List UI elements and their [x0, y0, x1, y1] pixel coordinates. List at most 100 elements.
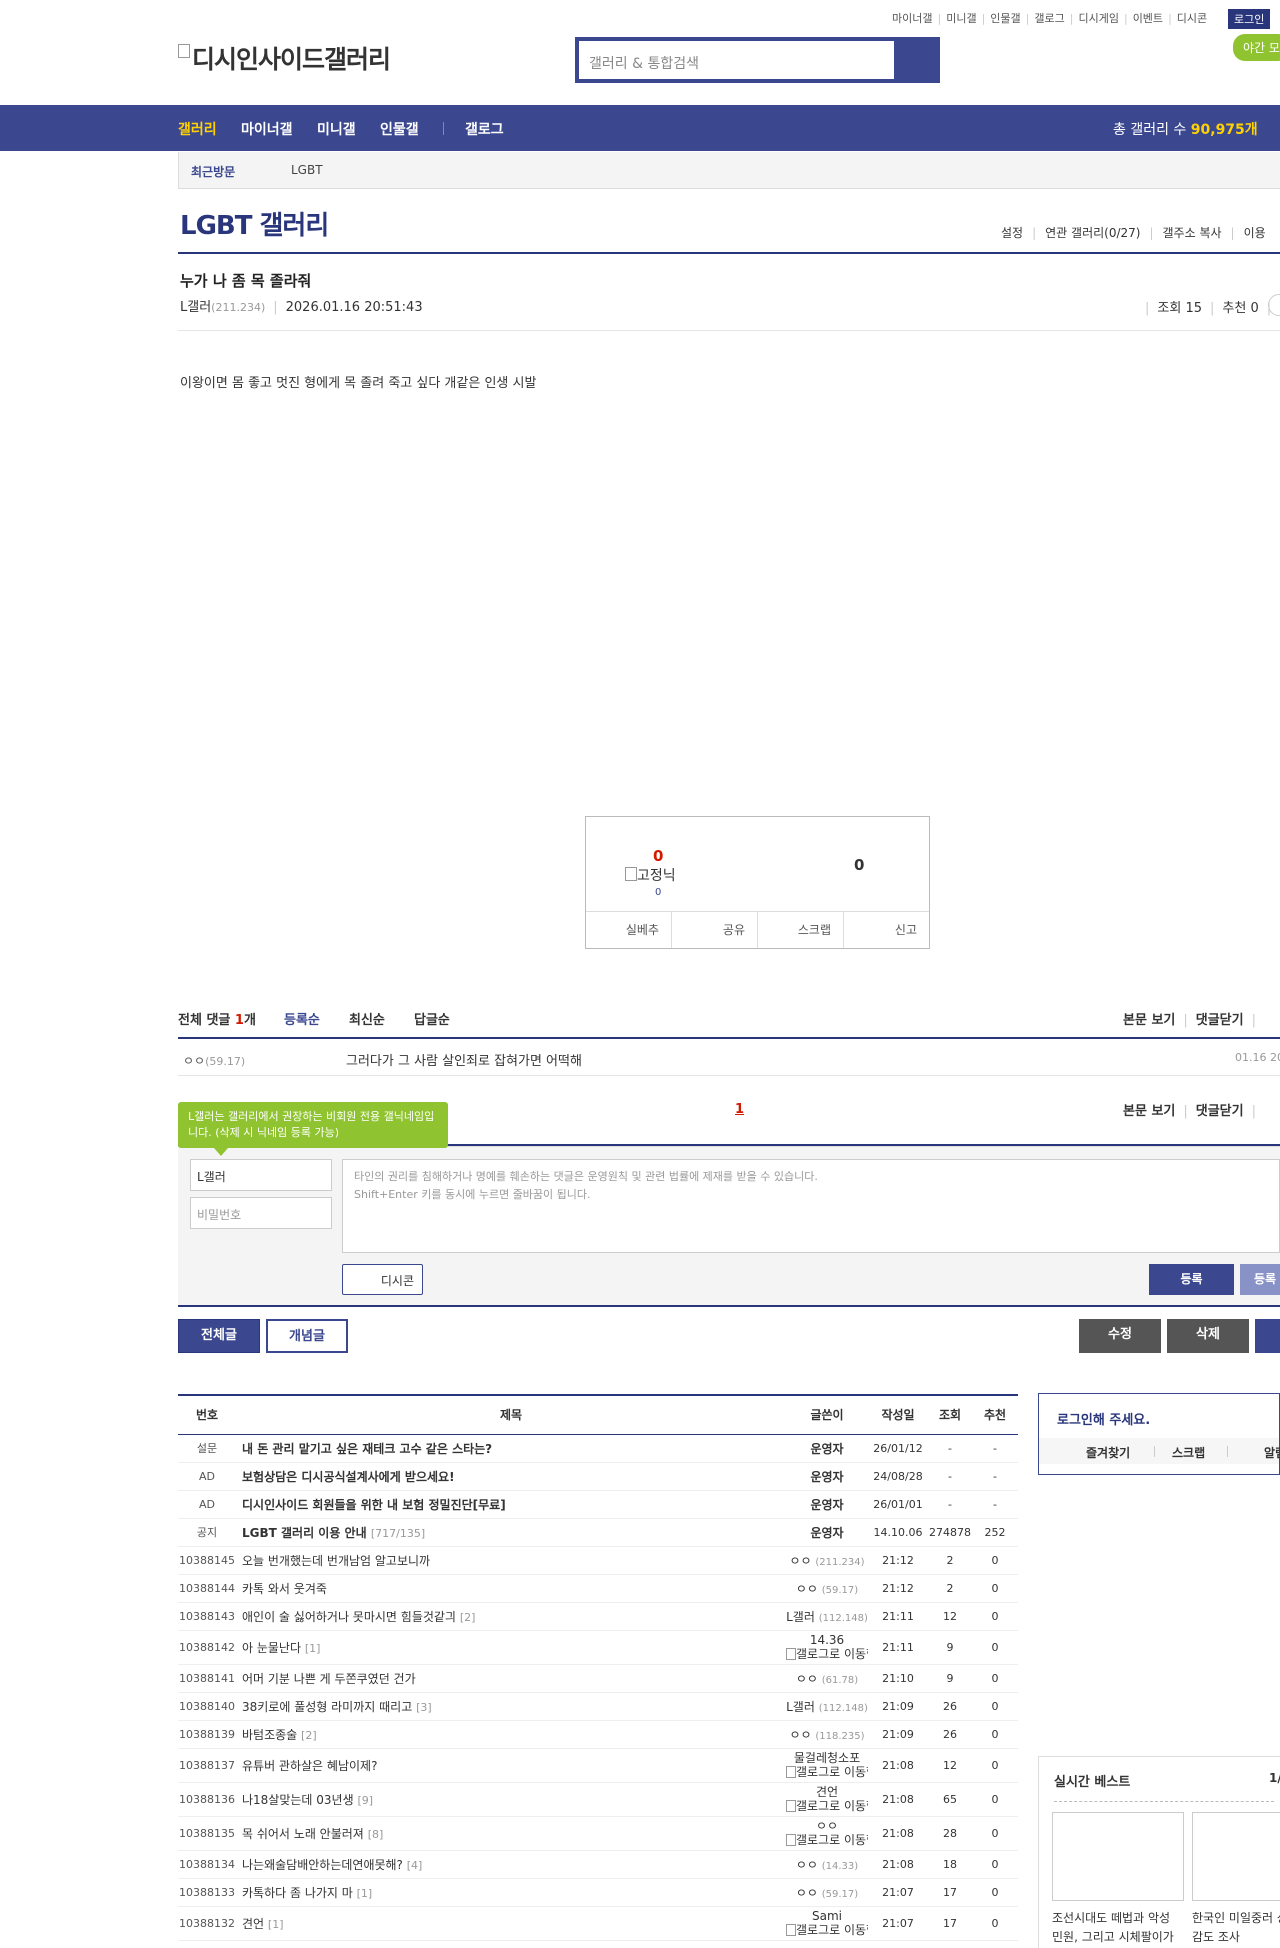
post-title-link[interactable]: 보험상담은 디시공식설계사에게 받으세요! [242, 1470, 455, 1484]
post-title-cell[interactable]: 38키로에 풀성형 라미까지 때리고 [3] [236, 1692, 786, 1721]
nav-gallog[interactable]: 갤로그 [465, 119, 504, 139]
option-related[interactable]: 연관 갤러리(0/27) [1045, 224, 1140, 241]
top-menu-dccon[interactable]: 디시콘 [1177, 10, 1207, 26]
view-post-link[interactable]: 본문 보기 [1123, 1013, 1175, 1028]
night-mode-button[interactable]: 야간 모 [1233, 34, 1280, 61]
best-thumbnail[interactable] [1052, 1812, 1184, 1901]
post-writer[interactable]: ㅇㅇ (59.17) [786, 1878, 868, 1907]
reply-count[interactable]: [717/135] [371, 1527, 425, 1540]
best-thumbnail[interactable] [1192, 1812, 1280, 1901]
post-writer[interactable]: 견언갤로그로 이동합니다. [786, 1782, 868, 1817]
reply-count[interactable]: [3] [416, 1701, 432, 1714]
recommend-count[interactable]: 0 [653, 847, 663, 865]
comment-textarea[interactable]: 타인의 권리를 침해하거나 명예를 훼손하는 댓글은 운영원칙 및 관련 법률에… [342, 1159, 1280, 1253]
comment-submit-button[interactable]: 등록 [1149, 1264, 1234, 1295]
post-writer[interactable]: 운영자 [786, 1518, 868, 1547]
top-menu-event[interactable]: 이벤트 [1133, 10, 1163, 26]
post-writer[interactable]: ㅇㅇ (14.33) [786, 1850, 868, 1879]
post-writer[interactable]: 운영자 [786, 1462, 868, 1491]
post-writer[interactable]: L갤러 [180, 300, 211, 315]
nav-mini[interactable]: 미니갤 [317, 119, 356, 139]
reply-count[interactable]: [1] [305, 1642, 321, 1655]
option-settings[interactable]: 설정 [1001, 224, 1023, 241]
post-title-cell[interactable]: 나18살맞는데 03년생 [9] [236, 1782, 786, 1817]
reply-count[interactable]: [9] [357, 1794, 373, 1807]
view-post-link[interactable]: 본문 보기 [1123, 1104, 1175, 1119]
post-writer[interactable]: ㅇㅇ (61.78) [786, 1664, 868, 1693]
post-writer[interactable]: 운영자 [786, 1434, 868, 1463]
post-title-cell[interactable]: 아 눈물난다 [1] [236, 1630, 786, 1665]
reply-count[interactable]: [8] [368, 1828, 384, 1841]
post-title-cell[interactable]: 애인이 술 싫어하거나 못마시면 힘들것같긔 [2] [236, 1602, 786, 1631]
nav-gallery[interactable]: 갤러리 [178, 119, 217, 139]
login-button[interactable]: 로그인 [1228, 9, 1271, 29]
concept-posts-button[interactable]: 개념글 [266, 1319, 348, 1353]
comment-writer[interactable]: ㅇㅇ(59.17) [183, 1052, 245, 1069]
share-button[interactable]: 공유 [672, 912, 758, 948]
post-title-cell[interactable]: 디시인사이드 회원들을 위한 내 보험 정밀진단[무료] [236, 1490, 786, 1519]
post-title-cell[interactable]: 보험상담은 디시공식설계사에게 받으세요! [236, 1462, 786, 1491]
top-menu-gallog[interactable]: 갤로그 [1034, 10, 1064, 26]
post-title-link[interactable]: 나는왜술담배안하는데연애못해? [242, 1858, 403, 1872]
post-writer[interactable]: L갤러 (112.148) [786, 1602, 868, 1631]
post-writer[interactable]: 운영자 [786, 1490, 868, 1519]
all-posts-button[interactable]: 전체글 [178, 1319, 260, 1353]
post-title-cell[interactable]: 카톡 와서 웃겨죽 [236, 1574, 786, 1603]
post-writer[interactable]: ㅇㅇ (59.17) [786, 1574, 868, 1603]
non-recommend-count[interactable]: 0 [854, 856, 864, 874]
reply-count[interactable]: [2] [460, 1611, 476, 1624]
top-menu-minor[interactable]: 마이너갤 [892, 10, 932, 26]
post-title-link[interactable]: 38키로에 풀성형 라미까지 때리고 [242, 1700, 412, 1714]
post-title-cell[interactable]: LGBT 갤러리 이용 안내 [717/135] [236, 1518, 786, 1547]
search-button[interactable] [894, 41, 936, 79]
post-title-link[interactable]: LGBT 갤러리 이용 안내 [242, 1526, 367, 1540]
post-title-link[interactable]: 오늘 번개했는데 번개남엄 알고보니까 [242, 1554, 430, 1568]
delete-button[interactable]: 삭제 [1167, 1319, 1249, 1353]
top-menu-person[interactable]: 인물갤 [990, 10, 1020, 26]
sort-replies[interactable]: 답글순 [414, 1009, 450, 1028]
post-title-cell[interactable]: 나는왜술담배안하는데연애못해? [4] [236, 1850, 786, 1879]
sort-latest[interactable]: 최신순 [349, 1009, 385, 1028]
post-title-link[interactable]: 목 쉬어서 노래 안불러져 [242, 1827, 364, 1841]
recent-visit-item[interactable]: LGBT [291, 163, 323, 177]
close-comments-link[interactable]: 댓글닫기 [1196, 1013, 1244, 1028]
post-title-cell[interactable]: 목 쉬어서 노래 안불러져 [8] [236, 1816, 786, 1851]
best-item-title[interactable]: 조선시대도 떼법과 악성 민원, 그리고 시체팔이가 [1052, 1909, 1184, 1947]
post-title-link[interactable]: 바텀조종술 [242, 1728, 297, 1742]
gallery-title[interactable]: LGBT 갤러리 [180, 205, 329, 242]
best-item-title[interactable]: 한국인 미일중러 상들 호감도 조사 [1192, 1909, 1280, 1947]
post-writer[interactable]: 14.36갤로그로 이동합니다. [786, 1630, 868, 1665]
search-input[interactable]: 갤러리 & 통합검색 [589, 53, 699, 73]
post-title-link[interactable]: 카톡하다 좀 나가지 마 [242, 1886, 353, 1900]
post-writer[interactable]: Sami갤로그로 이동합니다. [786, 1906, 868, 1941]
post-title-link[interactable]: 아 눈물난다 [242, 1641, 301, 1655]
post-title-link[interactable]: 견언 [242, 1917, 264, 1931]
name-input[interactable]: L갤러 [190, 1159, 332, 1191]
post-title-cell[interactable]: 카톡하다 좀 나가지 마 [1] [236, 1878, 786, 1907]
favorites-link[interactable]: 즐겨찾기 [1086, 1444, 1130, 1461]
comment-submit-secondary-button[interactable]: 등록 [1240, 1264, 1280, 1295]
top-menu-mini[interactable]: 미니갤 [946, 10, 976, 26]
post-writer[interactable]: ㅇㅇ갤로그로 이동합니다. [786, 1816, 868, 1851]
sort-registered[interactable]: 등록순 [284, 1009, 320, 1028]
reply-count[interactable]: [4] [407, 1859, 423, 1872]
close-comments-link[interactable]: 댓글닫기 [1196, 1104, 1244, 1119]
write-button[interactable]: 글 [1255, 1319, 1280, 1353]
scrap-button[interactable]: 스크랩 [758, 912, 844, 948]
post-title-cell[interactable]: 유튜버 관하살은 혜남이제? [236, 1748, 786, 1783]
post-title-link[interactable]: 카톡 와서 웃겨죽 [242, 1582, 327, 1596]
post-title-link[interactable]: 나18살맞는데 03년생 [242, 1793, 354, 1807]
top-menu-game[interactable]: 디시게임 [1078, 10, 1118, 26]
site-logo[interactable]: 디시인사이드갤러리 [178, 40, 391, 76]
post-title-link[interactable]: 유튜버 관하살은 혜남이제? [242, 1759, 377, 1773]
nav-minor[interactable]: 마이너갤 [241, 119, 293, 139]
nav-person[interactable]: 인물갤 [380, 119, 419, 139]
post-writer[interactable]: ㅇㅇ (211.234) [786, 1546, 868, 1575]
login-prompt[interactable]: 로그인해 주세요. [1057, 1409, 1150, 1428]
post-writer[interactable]: ㅇㅇ (118.235) [786, 1720, 868, 1749]
post-title-link[interactable]: 디시인사이드 회원들을 위한 내 보험 정밀진단[무료] [242, 1498, 506, 1512]
post-title-cell[interactable]: 오늘 번개했는데 번개남엄 알고보니까 [236, 1546, 786, 1575]
notification-link[interactable]: 알림 [1264, 1444, 1280, 1461]
post-writer[interactable]: 물걸레청소포갤로그로 이동합니다. [786, 1748, 868, 1783]
post-writer[interactable]: L갤러 (112.148) [786, 1692, 868, 1721]
